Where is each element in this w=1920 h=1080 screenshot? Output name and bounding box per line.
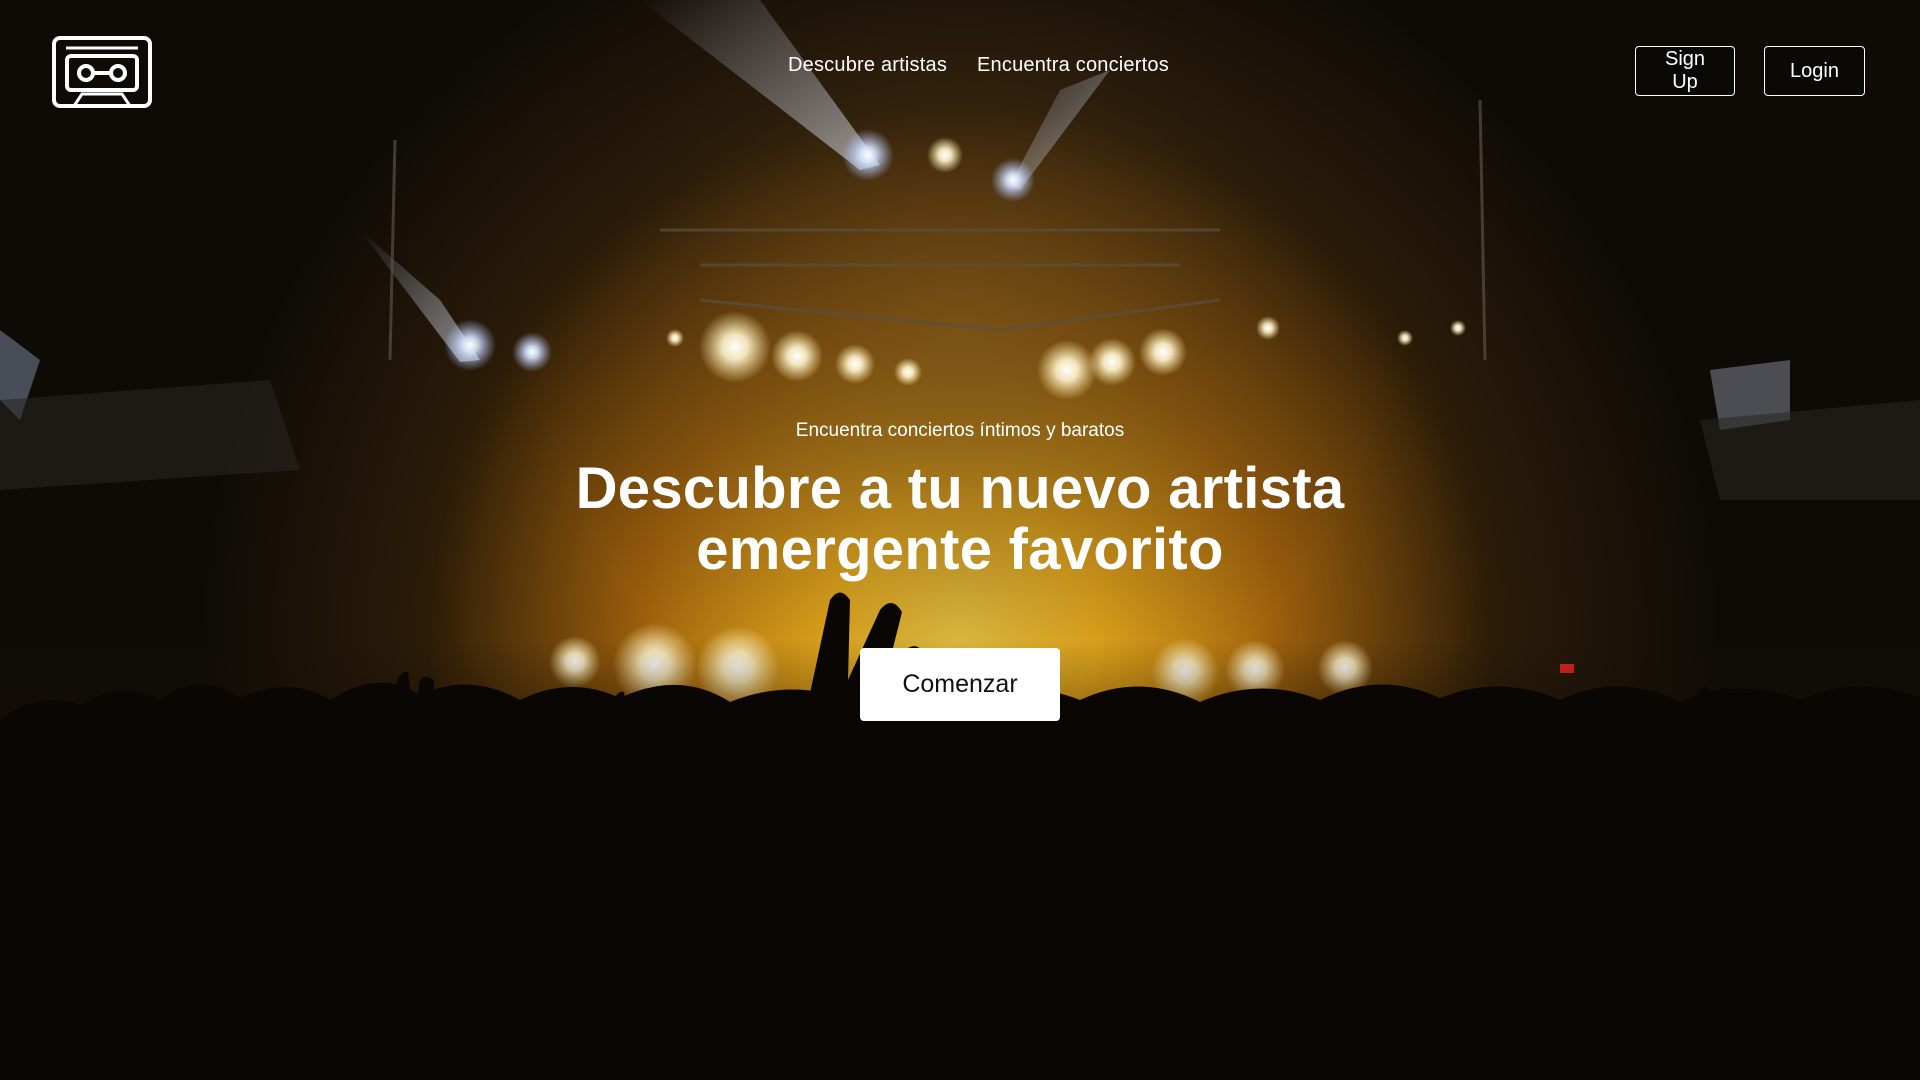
hero-headline-line-2: emergente favorito — [696, 517, 1224, 582]
hero-headline-line-1: Descubre a tu nuevo artista — [575, 456, 1345, 521]
hero-tagline: Encuentra conciertos íntimos y baratos — [795, 420, 1125, 441]
comenzar-button[interactable]: Comenzar — [860, 648, 1060, 721]
sign-up-button[interactable]: Sign Up — [1635, 46, 1735, 96]
hero-section: Descubre artistas Encuentra conciertos S… — [0, 0, 1920, 1080]
nav-link-encuentra-conciertos[interactable]: Encuentra conciertos — [977, 54, 1169, 77]
hero-headline: Descubre a tu nuevo artista emergente fa… — [460, 458, 1460, 580]
auth-buttons: Sign Up Login — [1635, 46, 1865, 96]
login-button[interactable]: Login — [1764, 46, 1865, 96]
nav-link-descubre-artistas[interactable]: Descubre artistas — [788, 54, 947, 77]
cassette-tape-icon[interactable] — [52, 36, 152, 108]
main-nav: Descubre artistas Encuentra conciertos — [788, 54, 1169, 77]
